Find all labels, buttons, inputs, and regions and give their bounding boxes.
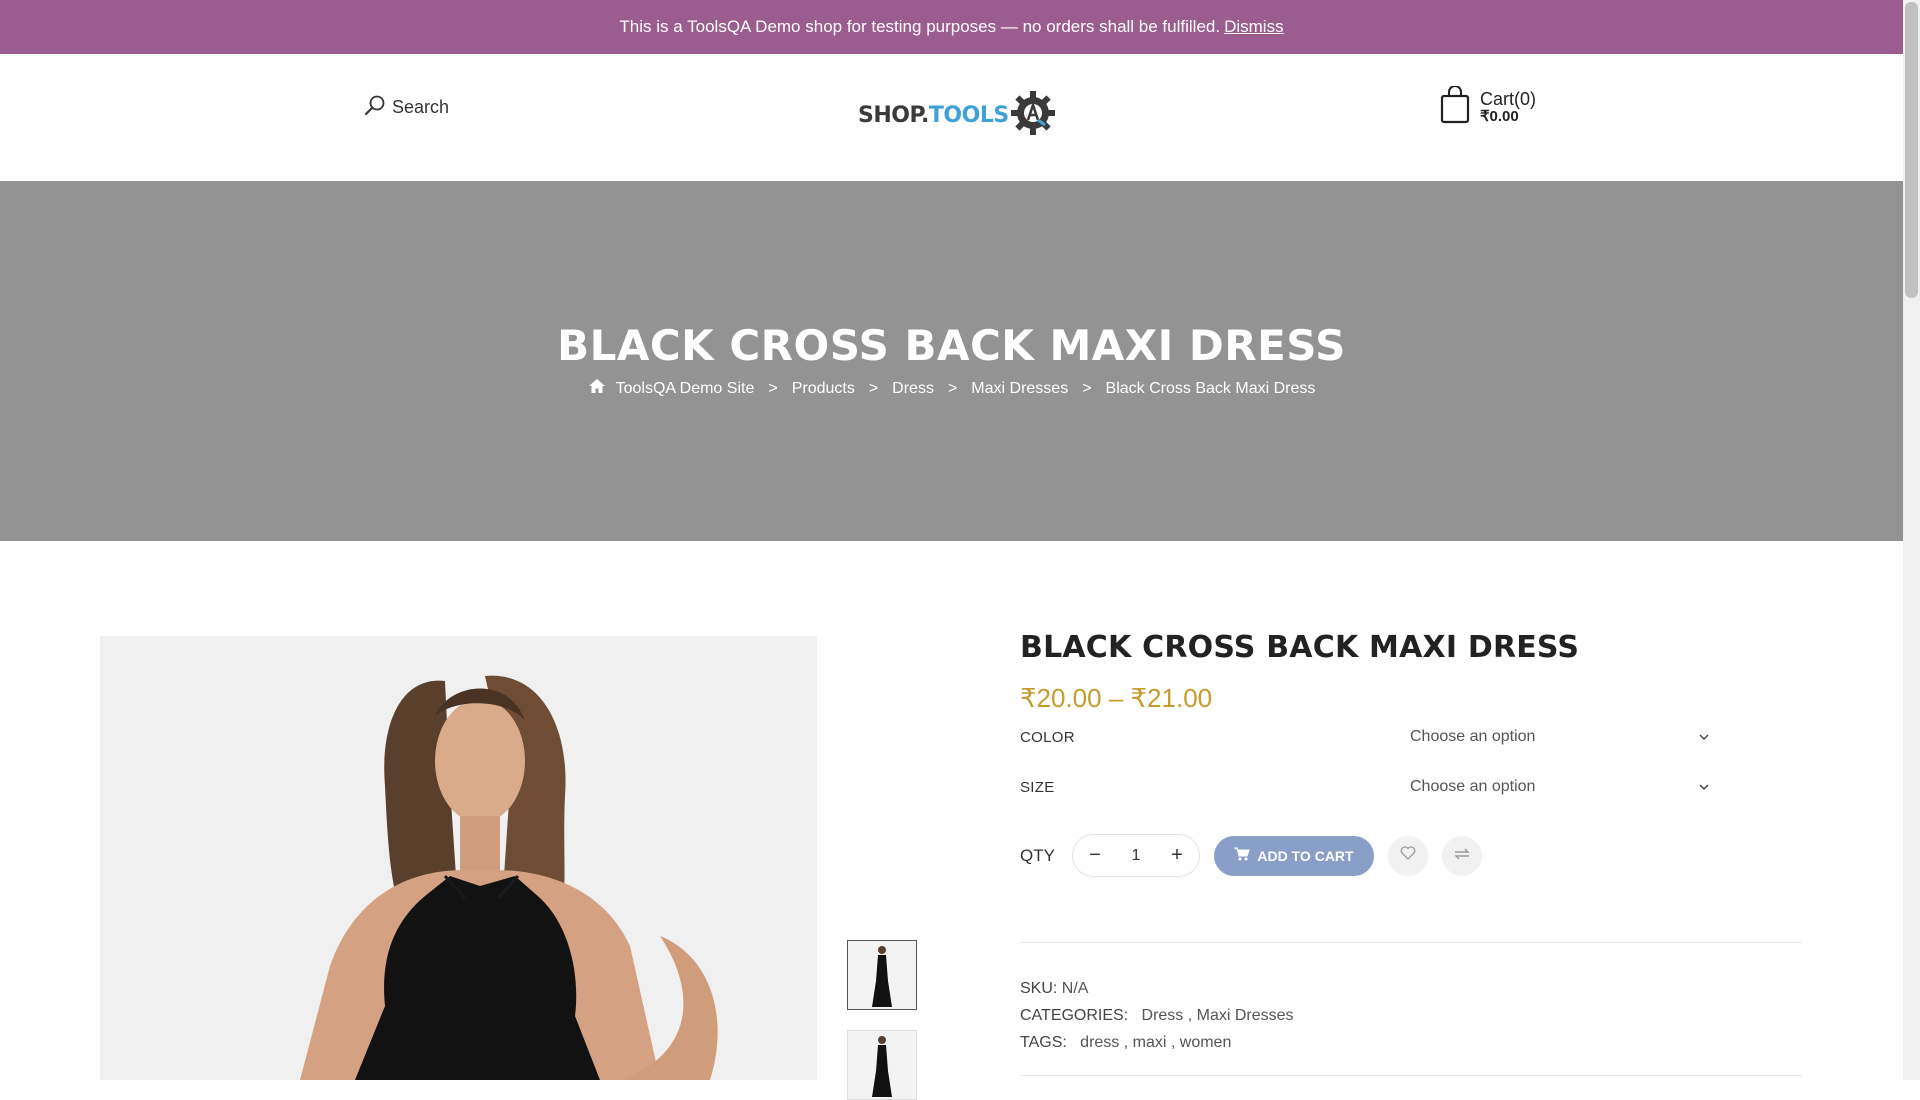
cart-icon <box>1234 847 1251 864</box>
color-select-value: Choose an option <box>1410 728 1536 745</box>
breadcrumb-separator: > <box>868 379 879 397</box>
product-price: ₹20.00 – ₹21.00 <box>1020 683 1213 713</box>
site-logo[interactable]: SHOP.TOOLS <box>858 89 1057 142</box>
breadcrumb: ToolsQA Demo Site > Products > Dress > M… <box>0 378 1903 399</box>
cart-button[interactable]: Cart(0) ₹0.00 <box>1440 85 1536 129</box>
cart-summary: Cart(0) ₹0.00 <box>1480 90 1536 125</box>
scrollbar-thumb[interactable] <box>1905 2 1918 298</box>
tags-label: TAGS: <box>1020 1034 1067 1051</box>
breadcrumb-separator: > <box>768 379 778 397</box>
qty-label: QTY <box>1020 845 1055 865</box>
chevron-down-icon <box>1698 778 1710 796</box>
breadcrumb-home[interactable]: ToolsQA Demo Site <box>616 380 755 398</box>
product-thumbnail[interactable] <box>847 940 917 1010</box>
heart-icon <box>1400 846 1416 865</box>
quantity-row: QTY − 1 + ADD TO CART <box>1020 834 1482 877</box>
breadcrumb-separator: > <box>1082 379 1092 397</box>
color-variation-row: COLOR Choose an option <box>1020 728 1720 746</box>
sku-label: SKU: <box>1020 980 1058 997</box>
size-select-value: Choose an option <box>1410 778 1536 795</box>
add-to-cart-label: ADD TO CART <box>1257 847 1354 864</box>
demo-notice-text: This is a ToolsQA Demo shop for testing … <box>619 17 1221 36</box>
chevron-down-icon <box>1698 728 1710 746</box>
increase-quantity-button[interactable]: + <box>1169 844 1185 867</box>
page-banner: BLACK CROSS BACK MAXI DRESS ToolsQA Demo… <box>0 181 1903 541</box>
size-variation-row: SIZE Choose an option <box>1020 778 1720 796</box>
tag-link-dress[interactable]: dress <box>1080 1034 1119 1051</box>
logo-text: SHOP.TOOLS <box>858 103 1009 128</box>
categories-label: CATEGORIES: <box>1020 1007 1129 1024</box>
product-main-image[interactable] <box>100 636 817 1080</box>
add-to-cart-button[interactable]: ADD TO CART <box>1214 835 1374 876</box>
color-select[interactable]: Choose an option <box>1410 728 1710 746</box>
wishlist-button[interactable] <box>1388 835 1428 876</box>
page-title: BLACK CROSS BACK MAXI DRESS <box>557 321 1346 370</box>
size-label: SIZE <box>1020 778 1055 796</box>
logo-gear-icon <box>1009 89 1057 142</box>
page-scrollbar[interactable] <box>1903 0 1920 1080</box>
shopping-bag-icon <box>1440 85 1470 129</box>
breadcrumb-maxi-dresses[interactable]: Maxi Dresses <box>971 380 1068 398</box>
tags-row: TAGS: dress , maxi , women <box>1020 1034 1232 1051</box>
home-icon[interactable] <box>588 378 606 399</box>
search-label: Search <box>392 97 450 117</box>
compare-button[interactable] <box>1442 835 1482 876</box>
quantity-input[interactable]: 1 <box>1121 847 1151 865</box>
size-select[interactable]: Choose an option <box>1410 778 1710 796</box>
divider <box>1020 1075 1802 1076</box>
categories-row: CATEGORIES: Dress , Maxi Dresses <box>1020 1007 1294 1024</box>
category-link-maxi-dresses[interactable]: Maxi Dresses <box>1197 1007 1294 1024</box>
category-link-dress[interactable]: Dress <box>1142 1007 1184 1024</box>
product-summary: BLACK CROSS BACK MAXI DRESS ₹20.00 – ₹21… <box>1020 630 1802 1076</box>
sku-row: SKU: N/A <box>1020 975 1294 1002</box>
breadcrumb-dress[interactable]: Dress <box>892 380 934 398</box>
color-label: COLOR <box>1020 728 1075 746</box>
cart-total: ₹0.00 <box>1480 108 1519 126</box>
demo-notice-bar: This is a ToolsQA Demo shop for testing … <box>0 0 1903 54</box>
product-meta: SKU: N/A CATEGORIES: Dress , Maxi Dresse… <box>1020 975 1294 1056</box>
breadcrumb-products[interactable]: Products <box>792 380 855 398</box>
quantity-stepper: − 1 + <box>1072 834 1200 877</box>
divider <box>1020 942 1802 943</box>
tag-link-maxi[interactable]: maxi <box>1133 1034 1167 1051</box>
cart-label: Cart(0) <box>1480 89 1537 110</box>
search-icon <box>364 94 386 121</box>
breadcrumb-current: Black Cross Back Maxi Dress <box>1105 379 1316 397</box>
compare-icon <box>1453 847 1471 865</box>
breadcrumb-separator: > <box>947 379 958 397</box>
product-title: BLACK CROSS BACK MAXI DRESS <box>1020 630 1580 665</box>
product-thumbnail[interactable] <box>847 1030 917 1100</box>
dismiss-link[interactable]: Dismiss <box>1224 17 1284 37</box>
site-header: Search SHOP.TOOLS Cart(0) ₹0.00 <box>0 54 1903 181</box>
search-button[interactable]: Search <box>364 94 449 121</box>
decrease-quantity-button[interactable]: − <box>1087 844 1103 867</box>
sku-value: N/A <box>1061 980 1089 997</box>
tag-link-women[interactable]: women <box>1180 1034 1232 1051</box>
